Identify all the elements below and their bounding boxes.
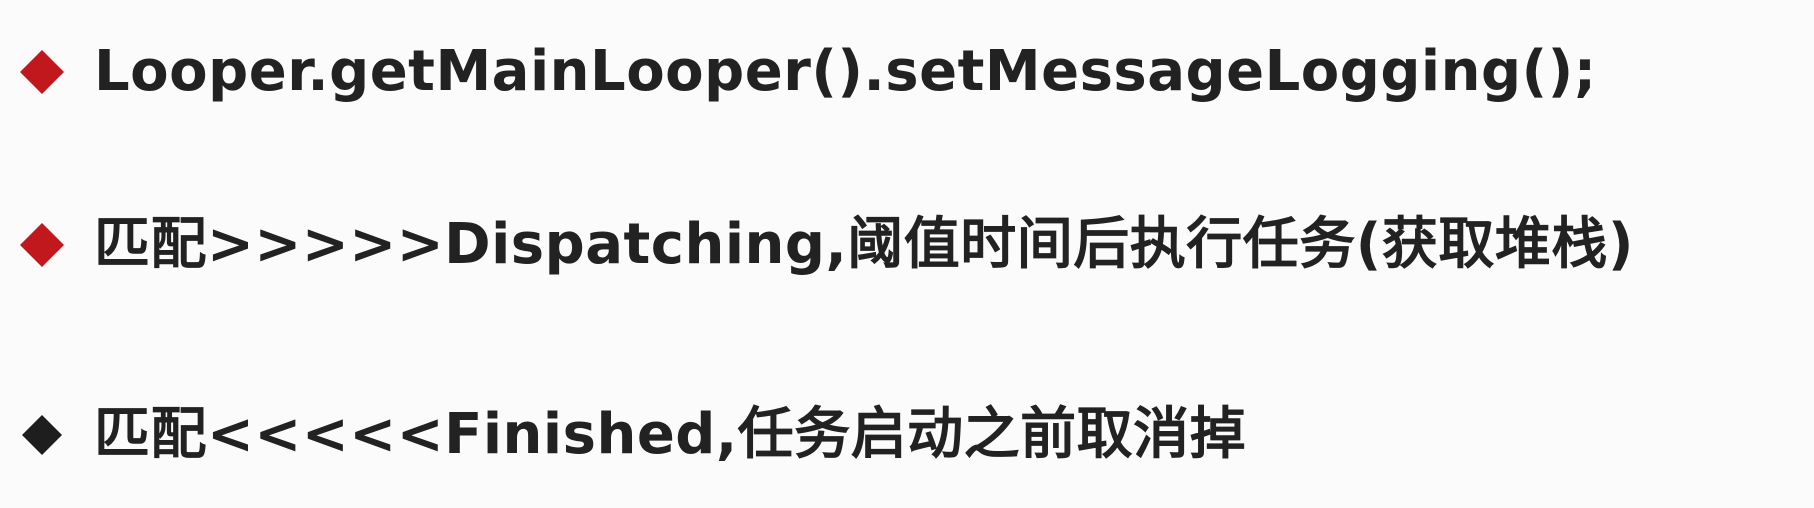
diamond-bullet-icon: [18, 411, 66, 459]
diamond-shape-2: [20, 223, 64, 267]
bullet-item-2: 匹配>>>>>Dispatching,阈值时间后执行任务(获取堆栈): [18, 200, 1634, 290]
slide: Looper.getMainLooper().setMessageLogging…: [0, 0, 1814, 508]
diamond-shape-1: [20, 50, 64, 94]
bullet-item-3: 匹配<<<<<Finished,任务启动之前取消掉: [18, 390, 1246, 480]
diamond-bullet-icon: [18, 48, 66, 96]
bullet-text-2: 匹配>>>>>Dispatching,阈值时间后执行任务(获取堆栈): [94, 212, 1634, 277]
bullet-text-3: 匹配<<<<<Finished,任务启动之前取消掉: [94, 402, 1247, 467]
diamond-shape-3: [22, 415, 62, 455]
bullet-item-1: Looper.getMainLooper().setMessageLogging…: [18, 27, 1597, 117]
bullet-text-1: Looper.getMainLooper().setMessageLogging…: [94, 39, 1597, 104]
diamond-bullet-icon: [18, 221, 66, 269]
